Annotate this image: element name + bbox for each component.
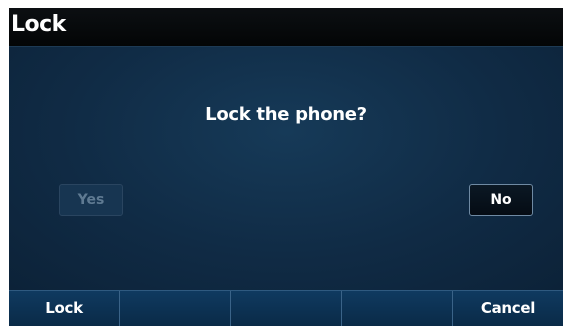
softkey-2[interactable] — [120, 291, 231, 326]
dialog-prompt: Lock the phone? — [205, 104, 367, 125]
softkey-lock[interactable]: Lock — [9, 291, 120, 326]
softkey-bar: Lock Cancel — [9, 290, 563, 326]
softkey-3[interactable] — [231, 291, 342, 326]
dialog-area: Lock the phone? Yes No — [9, 46, 563, 290]
yes-button[interactable]: Yes — [59, 184, 123, 216]
softkey-4[interactable] — [342, 291, 453, 326]
divider — [9, 46, 563, 47]
screen-title: Lock — [11, 12, 66, 37]
phone-screen: Lock Lock the phone? Yes No Lock Cancel — [9, 8, 563, 326]
no-button[interactable]: No — [469, 184, 533, 216]
softkey-cancel[interactable]: Cancel — [453, 291, 563, 326]
title-bar: Lock — [9, 8, 563, 46]
